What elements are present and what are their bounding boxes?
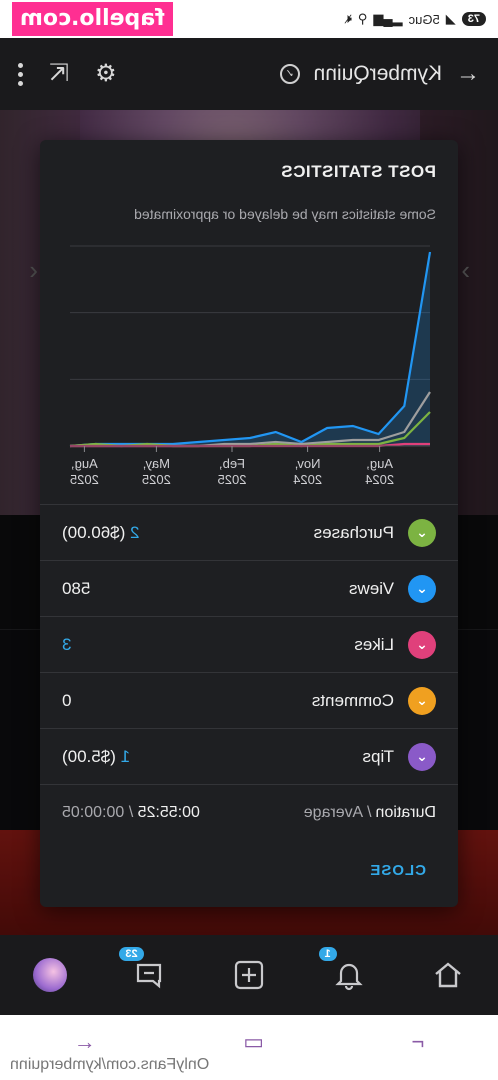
nav-profile[interactable] — [30, 955, 70, 995]
chart-tick-label: 2025 — [218, 472, 247, 487]
stat-row-comments[interactable]: ⌄ Comments 0 — [40, 672, 458, 728]
duration-value: 00:55:25 / 00:00:05 — [62, 803, 200, 821]
chevron-down-icon: ⌄ — [408, 574, 436, 603]
battery-indicator: 73 — [461, 12, 486, 26]
tabs-icon[interactable]: ⌐ — [411, 1029, 424, 1055]
status-bar: 73 ◢ 5Guc ▂▄▆ ⚲ 🔇︎ fapello.com — [0, 0, 498, 38]
mute-icon: 🔇︎ — [343, 11, 352, 26]
stat-row-purchases[interactable]: ⌄ Purchases 2 ($60.00) — [40, 504, 458, 560]
stat-value: 1 ($5.00) — [62, 746, 131, 766]
signal-icon: ◢ — [445, 11, 456, 26]
chart-tick-label: Nov, — [295, 456, 321, 471]
verified-badge-icon: ✓ — [279, 64, 300, 84]
notifications-badge: 1 — [318, 947, 337, 961]
watermark-logo: fapello.com — [12, 2, 173, 36]
url-text: OnlyFans.com/kymberquinn — [10, 1056, 210, 1073]
post-statistics-modal: POST STATISTICS Some statistics may be d… — [40, 140, 458, 907]
back-icon[interactable]: ← — [74, 1029, 96, 1055]
stat-label: Purchases — [313, 522, 394, 542]
stat-label: Tips — [362, 746, 395, 766]
stat-label: Comments — [311, 690, 394, 710]
chart-area-views — [70, 252, 430, 446]
more-options-icon[interactable] — [18, 62, 23, 86]
bell-icon — [334, 963, 363, 991]
chat-icon — [137, 963, 162, 989]
stat-label: Likes — [354, 634, 394, 654]
nav-notifications[interactable]: 1 — [318, 947, 369, 995]
stat-label: Views — [348, 578, 394, 598]
stat-row-tips[interactable]: ⌄ Tips 1 ($5.00) — [40, 728, 458, 784]
back-arrow-icon[interactable]: ← — [456, 60, 480, 87]
chart-tick-label: 2024 — [293, 472, 322, 487]
chart-tick-label: 2025 — [70, 472, 99, 487]
stat-row-likes[interactable]: ⌄ Likes 3 — [40, 616, 458, 672]
page-title: KymberQuinn — [313, 62, 442, 85]
location-icon: ⚲ — [357, 11, 368, 26]
chevron-down-icon: ⌄ — [408, 518, 436, 547]
chart-line-views — [69, 251, 432, 448]
browser-footer: ⌐ ▭ ← OnlyFans.com/kymberquinn — [0, 1015, 498, 1080]
network-label: 5Guc — [408, 11, 440, 27]
chevron-down-icon: ⌄ — [408, 630, 436, 659]
chart-tick-label: Feb, — [219, 456, 245, 471]
home-icon — [435, 962, 461, 988]
statistics-chart-svg: Aug,2024Nov,2024Feb,2025May,2025Aug,2025 — [69, 245, 432, 487]
stat-value: 2 ($60.00) — [62, 522, 140, 542]
average-label: Average — [303, 803, 364, 821]
gear-icon[interactable]: ⚙ — [95, 60, 117, 87]
app-bar: ← KymberQuinn ✓ ⚙ ⇱ — [0, 38, 498, 110]
stat-value: 580 — [62, 578, 91, 598]
messages-badge: 23 — [119, 947, 144, 961]
chevron-down-icon: ⌄ — [408, 742, 436, 771]
chart-tick-label: Aug, — [366, 456, 393, 471]
bookmark-icon[interactable]: ▭ — [243, 1029, 264, 1055]
close-button[interactable]: CLOSE — [369, 862, 426, 879]
nav-add-post[interactable] — [229, 955, 269, 995]
statistics-chart: Aug, 2024 Nov, 2024 Feb, 2025 May, 2025 Aug, 2025 — [60, 240, 440, 500]
avatar — [32, 958, 67, 992]
chart-tick-label: May, — [143, 456, 170, 471]
stat-row-views[interactable]: ⌄ Views 580 — [40, 560, 458, 616]
stat-value: 0 — [62, 690, 72, 710]
nav-messages[interactable]: 23 — [119, 947, 169, 995]
nav-home[interactable] — [428, 955, 468, 995]
duration-row: Duration / Average 00:55:25 / 00:00:05 — [40, 784, 458, 840]
modal-title: POST STATISTICS — [280, 162, 436, 181]
chart-tick-label: 2025 — [142, 472, 171, 487]
bottom-navigation: 1 23 — [0, 935, 498, 1015]
chevron-down-icon: ⌄ — [408, 686, 436, 715]
share-icon[interactable]: ⇱ — [49, 60, 69, 87]
plus-square-icon — [234, 960, 264, 990]
chart-tick-label: 2024 — [365, 472, 394, 487]
duration-separator: / — [367, 803, 372, 821]
signal-bars-icon: ▂▄▆ — [373, 11, 403, 26]
stat-value: 3 — [62, 634, 72, 654]
chart-tick-label: Aug, — [71, 456, 98, 471]
modal-subtitle: Some statistics may be delayed or approx… — [134, 206, 436, 222]
duration-label: Duration — [375, 803, 436, 821]
